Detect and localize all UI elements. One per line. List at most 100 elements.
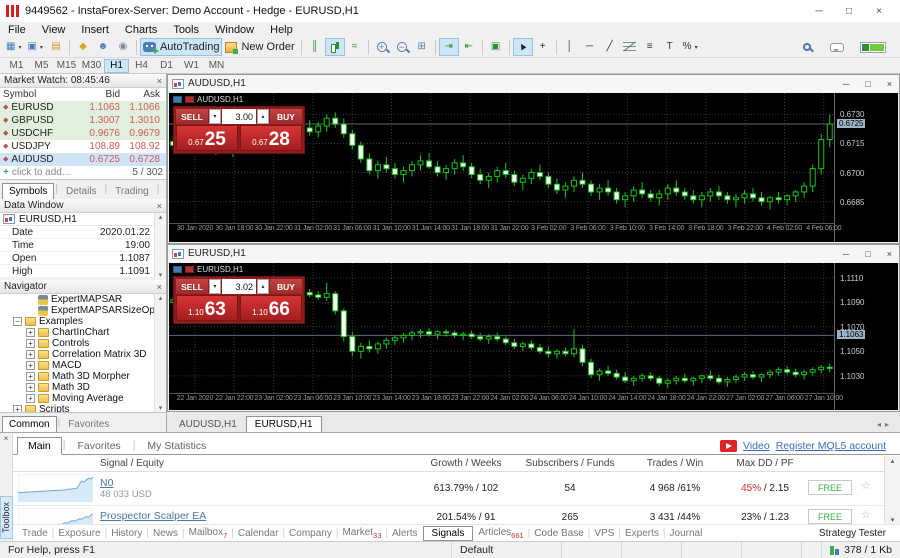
sell-button[interactable]: SELL [176,109,208,124]
chart-tab-scroll-arrows[interactable]: ◂▸ [877,420,897,432]
minimize-button[interactable]: ─ [843,79,849,89]
timeframe-m30[interactable]: M30 [79,59,104,73]
tab-favorites[interactable]: Favorites [61,416,116,432]
scroll-up-icon[interactable]: ▴ [155,294,166,302]
tree-item-math-3d[interactable]: +Math 3D [0,382,166,393]
collapse-icon[interactable]: − [13,317,22,326]
scroll-up-icon[interactable]: ▴ [885,457,900,465]
bottom-tab-trade[interactable]: Trade [19,527,51,540]
chat-button[interactable] [827,38,847,56]
expand-icon[interactable]: + [26,372,35,381]
market-watch-add-row[interactable]: + click to add... 5 / 302 [0,166,166,179]
expand-icon[interactable]: + [26,350,35,359]
tab-trading[interactable]: Trading [108,183,156,199]
tab-symbols[interactable]: Symbols [2,183,54,199]
tree-item-macd[interactable]: +MACD [0,360,166,371]
tree-item-moving-average[interactable]: +Moving Average [0,393,166,404]
market-signals-button[interactable]: ◉ [113,38,133,56]
maximize-button[interactable]: □ [865,79,870,89]
crosshair-button[interactable]: + [533,38,553,56]
fibonacci-button[interactable] [620,38,640,56]
maximize-button[interactable]: □ [865,249,870,259]
bottom-tab-market[interactable]: Market33 [339,526,384,541]
market-watch-row-usdchf[interactable]: ◆USDCHF0.96760.9679 [0,127,166,140]
timeframe-w1[interactable]: W1 [179,59,204,73]
signal-name-link[interactable]: Prospector Scalper EA [100,510,206,522]
bottom-tab-company[interactable]: Company [286,527,335,540]
bottom-tab-mailbox[interactable]: Mailbox7 [186,526,231,541]
tree-item-correlation-matrix-3d[interactable]: +Correlation Matrix 3D [0,349,166,360]
close-button[interactable]: × [864,6,894,17]
market-watch-row-eurusd[interactable]: ◆EURUSD1.10631.1066 [0,101,166,114]
search-button[interactable] [797,38,817,56]
bottom-tab-articles[interactable]: Articles661 [475,526,526,541]
strategy-tester-label[interactable]: Strategy Tester [819,528,894,539]
price-axis[interactable]: 1.11101.10901.10701.10501.10301.1063 [834,263,898,410]
close-icon[interactable]: × [157,76,162,86]
market-watch-row-gbpusd[interactable]: ◆GBPUSD1.30071.3010 [0,114,166,127]
minimize-button[interactable]: ─ [843,249,849,259]
scroll-up-icon[interactable]: ▴ [155,213,166,221]
register-mql5-link[interactable]: Register MQL5 account [776,440,886,452]
volume-increase-button[interactable]: ▴ [257,279,269,294]
tree-item-math-3d-morpher[interactable]: +Math 3D Morpher [0,371,166,382]
bottom-tab-vps[interactable]: VPS [591,527,617,540]
chart-shift-button[interactable]: ⇥ [439,38,459,56]
toolbox-tab-my-statistics[interactable]: My Statistics [136,437,217,454]
toolbox-tab-favorites[interactable]: Favorites [67,437,132,454]
menu-item-tools[interactable]: Tools [165,24,207,36]
docked-charts-button[interactable]: ▣ [486,38,506,56]
tree-item-expertmapsarsizeoptim[interactable]: ExpertMAPSARSizeOptim [0,305,166,316]
market-watch-row-usdjpy[interactable]: ◆USDJPY108.89108.92 [0,140,166,153]
toolbox-tab-main[interactable]: Main [17,437,62,455]
scroll-down-icon[interactable]: ▾ [155,404,166,412]
autotrading-button[interactable]: AutoTrading [140,38,223,56]
candle-chart-button[interactable] [325,38,345,56]
volume-input[interactable]: 3.00 [222,109,256,124]
time-axis[interactable]: 22 Jan 202022 Jan 22:0023 Jan 02:0023 Ja… [169,395,834,407]
chart-canvas[interactable]: 0.67300.67150.67000.66850.672530 Jan 202… [169,93,898,242]
maximize-button[interactable]: □ [834,6,864,17]
timeframe-h4[interactable]: H4 [129,59,154,73]
bottom-tab-news[interactable]: News [150,527,181,540]
navigator-scrollbar[interactable]: ▴ ▾ [154,294,166,412]
menu-item-view[interactable]: View [34,24,74,36]
timeframe-m1[interactable]: M1 [4,59,29,73]
expand-icon[interactable]: + [26,394,35,403]
video-link[interactable]: Video [743,440,770,452]
zoom-in-button[interactable]: + [372,38,392,56]
volume-input[interactable]: 3.02 [222,279,256,294]
bar-chart-button[interactable]: ║ [305,38,325,56]
close-icon[interactable]: × [157,282,162,292]
horizontal-line-button[interactable]: ─ [580,38,600,56]
close-icon[interactable]: × [157,201,162,211]
volume-increase-button[interactable]: ▴ [257,109,269,124]
trendline-button[interactable]: ╱ [600,38,620,56]
price-axis[interactable]: 0.67300.67150.67000.66850.6725 [834,93,898,242]
bottom-tab-experts[interactable]: Experts [622,527,662,540]
vertical-line-button[interactable]: │ [560,38,580,56]
expand-icon[interactable]: + [13,405,22,412]
tree-item-examples[interactable]: −Examples [0,316,166,327]
expand-icon[interactable]: + [26,339,35,348]
cursor-button[interactable]: ▲ [513,38,533,56]
favorite-star-icon[interactable]: ☆ [861,508,871,521]
bottom-tab-code-base[interactable]: Code Base [531,527,586,540]
symbols-button[interactable]: ◆ [73,38,93,56]
menu-item-charts[interactable]: Charts [117,24,165,36]
expand-icon[interactable]: + [26,383,35,392]
timeframe-m5[interactable]: M5 [29,59,54,73]
bottom-tab-exposure[interactable]: Exposure [55,527,103,540]
sell-price-button[interactable]: 0.6725 [176,125,238,151]
bottom-tab-history[interactable]: History [108,527,145,540]
tree-item-controls[interactable]: +Controls [0,338,166,349]
equidistant-channel-button[interactable]: ≡ [640,38,660,56]
data-window-scrollbar[interactable]: ▴ ▾ [154,213,166,279]
tab-common[interactable]: Common [2,416,57,432]
menu-item-help[interactable]: Help [262,24,301,36]
expand-icon[interactable]: + [26,361,35,370]
history-center-button[interactable]: ▤ [46,38,66,56]
tree-item-chartinchart[interactable]: +ChartInChart [0,327,166,338]
connection-button[interactable] [857,38,889,56]
timeframe-d1[interactable]: D1 [154,59,179,73]
